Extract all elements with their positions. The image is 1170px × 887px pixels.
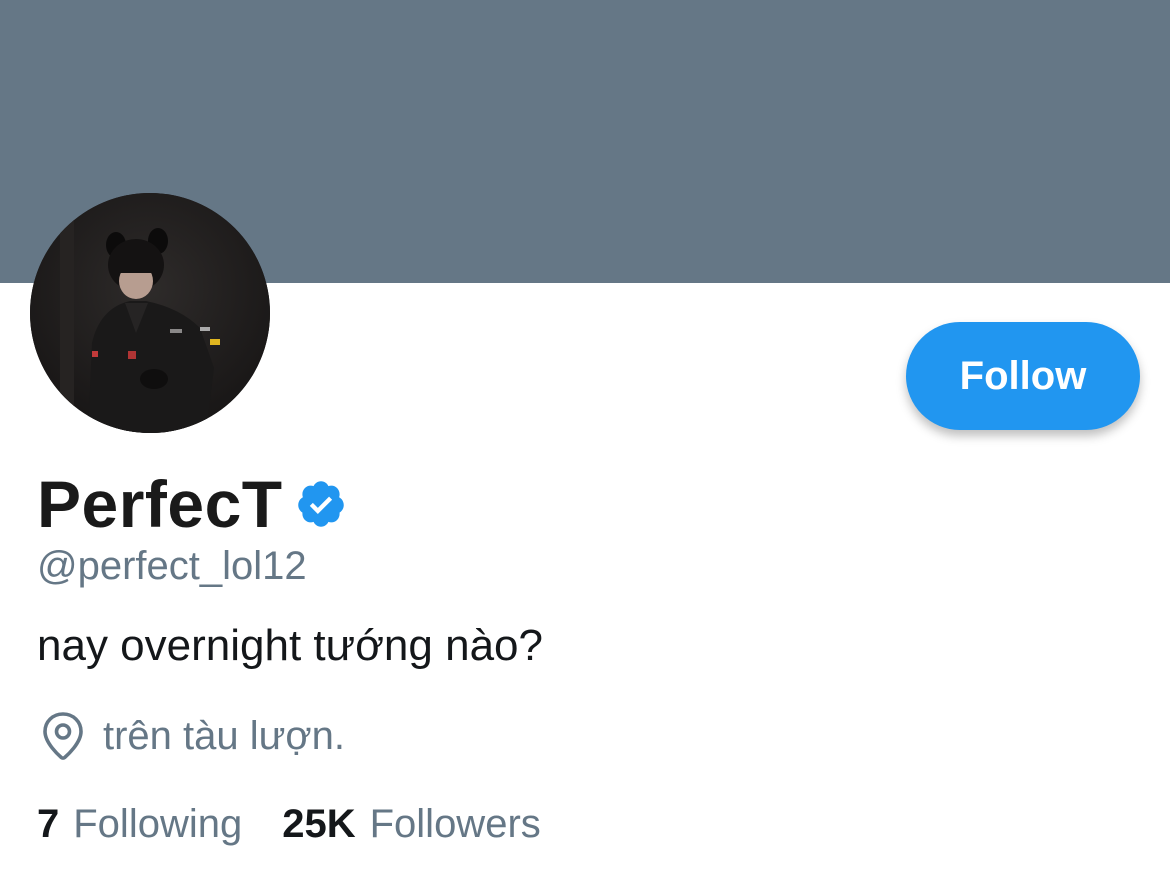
location-text: trên tàu lượn. xyxy=(103,714,346,758)
display-name: PerfecT xyxy=(37,467,283,541)
followers-label: Followers xyxy=(369,802,541,846)
avatar[interactable] xyxy=(30,193,270,433)
follow-button[interactable]: Follow xyxy=(906,322,1140,430)
followers-count: 25K xyxy=(282,802,356,846)
profile-bio: nay overnight tướng nào? xyxy=(37,621,543,670)
following-stat[interactable]: 7 Following xyxy=(37,798,242,850)
name-row: PerfecT xyxy=(37,466,347,542)
profile-page: Follow PerfecT @perfect_lol12 nay overni… xyxy=(0,0,1170,887)
user-handle: @perfect_lol12 xyxy=(37,544,307,588)
location-row: trên tàu lượn. xyxy=(40,710,345,762)
verified-badge-icon xyxy=(295,478,347,530)
location-pin-icon xyxy=(40,711,86,761)
following-count: 7 xyxy=(37,802,60,846)
following-label: Following xyxy=(73,802,243,846)
followers-stat[interactable]: 25K Followers xyxy=(282,798,541,850)
profile-stats: 7 Following 25K Followers xyxy=(37,798,541,850)
